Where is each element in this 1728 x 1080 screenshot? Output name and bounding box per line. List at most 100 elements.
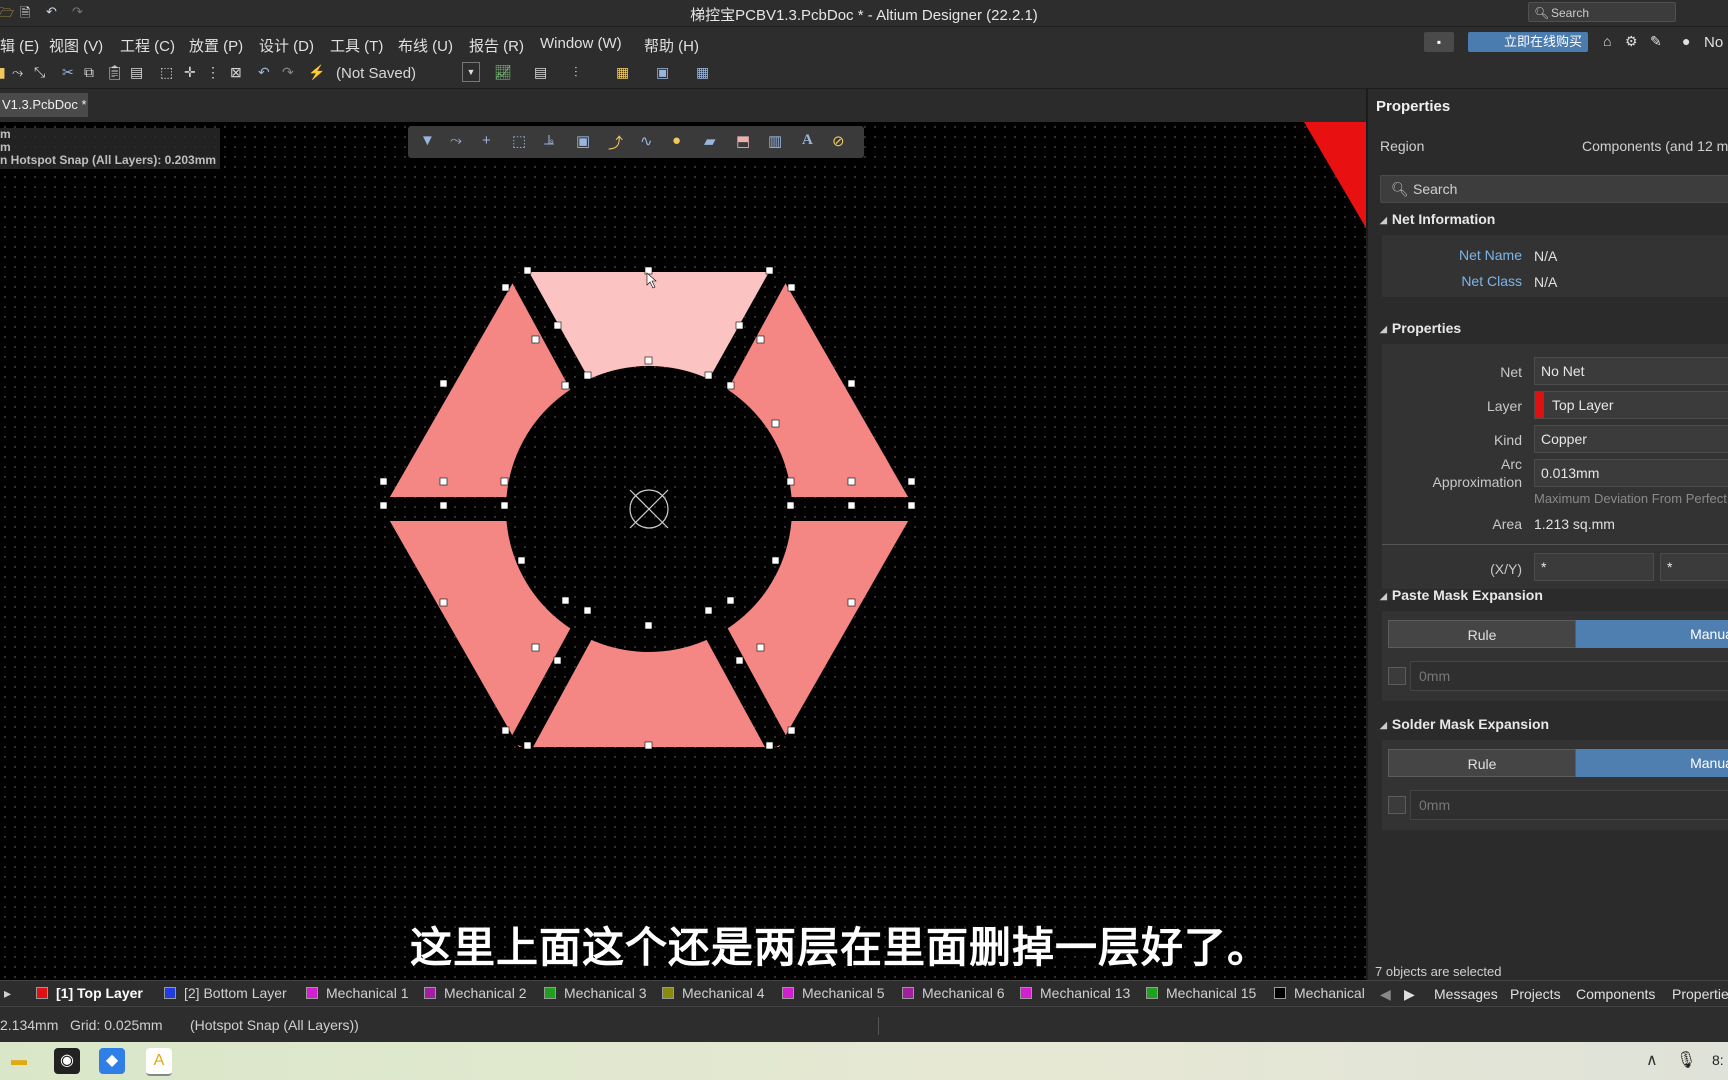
- pcb-canvas[interactable]: m m n Hotspot Snap (All Layers): 0.203mm…: [0, 122, 1366, 980]
- grid-icon[interactable]: ▦: [696, 64, 709, 81]
- area-label: Area: [1492, 516, 1522, 532]
- scroll-left-icon[interactable]: ◀: [1380, 986, 1391, 1003]
- wizard-icon[interactable]: ⚡: [308, 64, 325, 81]
- layer-tab-mech4[interactable]: Mechanical 4: [662, 985, 765, 1001]
- layer-tab-top[interactable]: [1] Top Layer: [36, 985, 143, 1001]
- collapse-triangle-icon: ◢: [1380, 324, 1387, 334]
- paste-icon[interactable]: 📋︎: [106, 64, 124, 81]
- layer-swatch: [782, 987, 794, 999]
- paste-manual-button[interactable]: Manual: [1576, 620, 1728, 648]
- layer-swatch: [902, 987, 914, 999]
- layer-tab-mech15[interactable]: Mechanical 15: [1146, 985, 1256, 1001]
- editor-app-icon[interactable]: ◆: [99, 1048, 125, 1074]
- global-search-label: Search: [1551, 6, 1590, 20]
- layer-tab-mech3[interactable]: Mechanical 3: [544, 985, 647, 1001]
- layer-tab-mech6[interactable]: Mechanical 6: [902, 985, 1005, 1001]
- menu-edit[interactable]: 辑 (E): [0, 35, 39, 56]
- layer-tab-bottom[interactable]: [2] Bottom Layer: [164, 985, 287, 1001]
- y-input[interactable]: *: [1660, 553, 1728, 581]
- open-icon[interactable]: ▮: [0, 64, 6, 81]
- menu-window[interactable]: Window (W): [540, 35, 622, 52]
- media-app-icon[interactable]: ◉: [54, 1048, 80, 1074]
- menu-reports[interactable]: 报告 (R): [469, 35, 524, 56]
- select-vertices-icon[interactable]: ⋮: [206, 64, 220, 81]
- search-icon: 🔍︎: [1534, 6, 1550, 20]
- select-area-icon[interactable]: ⬚: [160, 64, 173, 81]
- scroll-right-icon[interactable]: ▶: [1404, 986, 1415, 1003]
- panel-tab-components[interactable]: Components: [1576, 986, 1655, 1002]
- cut-icon[interactable]: ✂: [62, 64, 74, 81]
- solder-mask-header[interactable]: ◢ Solder Mask Expansion: [1380, 716, 1549, 732]
- microphone-icon[interactable]: 🎙︎: [1676, 1050, 1696, 1070]
- arc-approximation-input[interactable]: 0.013mm: [1534, 459, 1728, 487]
- gear-icon[interactable]: ⚙: [1625, 33, 1638, 50]
- chat-icon[interactable]: ▪: [1424, 32, 1454, 52]
- solder-mask-input[interactable]: 0mm: [1410, 790, 1728, 820]
- chevron-down-icon[interactable]: ▼: [462, 62, 480, 82]
- layer-tab-mech5[interactable]: Mechanical 5: [782, 985, 885, 1001]
- panel-tabs-bar: ◀ ▶ Messages Projects Components Propert…: [1366, 980, 1728, 1007]
- net-dropdown[interactable]: No Net: [1534, 357, 1728, 385]
- layer-dropdown-value: Top Layer: [1552, 397, 1614, 413]
- clear-selection-icon[interactable]: ⊠: [230, 64, 242, 81]
- layer-dropdown[interactable]: Top Layer: [1534, 391, 1728, 419]
- variant-selector-value[interactable]: (Not Saved): [336, 65, 416, 82]
- altium-app-icon[interactable]: A: [146, 1048, 172, 1076]
- align-icon[interactable]: ▤: [534, 64, 547, 81]
- panel-tab-properties[interactable]: Propertie: [1672, 986, 1728, 1002]
- solder-mask-checkbox[interactable]: [1388, 796, 1406, 814]
- net-info-header[interactable]: ◢ Net Information: [1380, 211, 1495, 227]
- object-filter-value[interactable]: Components (and 12 m: [1582, 138, 1728, 154]
- approximation-label: Approximation: [1432, 474, 1523, 490]
- rubber-stamp-icon[interactable]: ▤: [130, 64, 143, 81]
- chart-icon[interactable]: 📈︎: [494, 64, 512, 81]
- toolbar-undo-icon[interactable]: ↶: [258, 64, 270, 81]
- layer-tab-mech-more[interactable]: Mechanical: [1274, 985, 1365, 1001]
- layer-scroll-left-icon[interactable]: ▸: [4, 985, 11, 1002]
- paste-mask-input[interactable]: 0mm: [1410, 661, 1728, 691]
- tray-chevron-up-icon[interactable]: ∧: [1646, 1050, 1658, 1070]
- panel-tab-projects[interactable]: Projects: [1510, 986, 1561, 1002]
- file-explorer-icon[interactable]: ▬: [6, 1048, 32, 1074]
- toolbar-redo-icon[interactable]: ↷: [282, 64, 294, 81]
- x-input[interactable]: *: [1534, 553, 1654, 581]
- layer-tab-mech13[interactable]: Mechanical 13: [1020, 985, 1130, 1001]
- copy-icon[interactable]: ⧉: [84, 64, 94, 81]
- menu-project[interactable]: 工程 (C): [120, 35, 175, 56]
- distribute-icon[interactable]: ⫶: [574, 64, 578, 81]
- menu-route[interactable]: 布线 (U): [398, 35, 453, 56]
- layer-tab-mech1[interactable]: Mechanical 1: [306, 985, 409, 1001]
- move-icon[interactable]: ✛: [184, 64, 196, 81]
- properties-search-input[interactable]: 🔍︎ Search: [1380, 175, 1728, 203]
- menu-design[interactable]: 设计 (D): [259, 35, 314, 56]
- paste-mask-checkbox[interactable]: [1388, 667, 1406, 685]
- tools-icon[interactable]: ✎: [1650, 33, 1662, 50]
- layer-swatch: [36, 987, 48, 999]
- taskbar-clock: 8:: [1712, 1052, 1724, 1068]
- kind-dropdown[interactable]: Copper: [1534, 425, 1728, 453]
- global-search-box[interactable]: 🔍︎ Search: [1528, 2, 1676, 22]
- solder-mask-header-label: Solder Mask Expansion: [1391, 716, 1550, 732]
- layer-stack-icon[interactable]: ▦: [616, 64, 629, 81]
- user-name[interactable]: No: [1704, 34, 1723, 51]
- paste-rule-button[interactable]: Rule: [1388, 620, 1576, 648]
- pin-icon[interactable]: ⤡: [34, 64, 45, 81]
- properties-section-header[interactable]: ◢ Properties: [1380, 320, 1461, 336]
- solder-manual-button[interactable]: Manual: [1576, 749, 1728, 777]
- user-icon[interactable]: ●: [1682, 33, 1690, 49]
- view-icon[interactable]: ▣: [656, 64, 669, 81]
- title-bar: 🗁 🗎 ↶ ↷ 梯控宝PCBV1.3.PcbDoc * - Altium Des…: [0, 0, 1728, 27]
- solder-rule-button[interactable]: Rule: [1388, 749, 1576, 777]
- menu-tools[interactable]: 工具 (T): [330, 35, 383, 56]
- panel-tab-messages[interactable]: Messages: [1434, 986, 1498, 1002]
- menu-help[interactable]: 帮助 (H): [644, 35, 699, 56]
- layer-tab-mech2[interactable]: Mechanical 2: [424, 985, 527, 1001]
- route-icon[interactable]: ⤳: [12, 64, 23, 81]
- home-icon[interactable]: ⌂: [1603, 33, 1611, 49]
- paste-mask-header[interactable]: ◢ Paste Mask Expansion: [1380, 587, 1543, 603]
- document-tab[interactable]: V1.3.PcbDoc *: [0, 93, 88, 117]
- menu-place[interactable]: 放置 (P): [189, 35, 243, 56]
- layer-swatch: [1020, 987, 1032, 999]
- menu-view[interactable]: 视图 (V): [49, 35, 103, 56]
- buy-online-button[interactable]: 立即在线购买: [1468, 32, 1588, 52]
